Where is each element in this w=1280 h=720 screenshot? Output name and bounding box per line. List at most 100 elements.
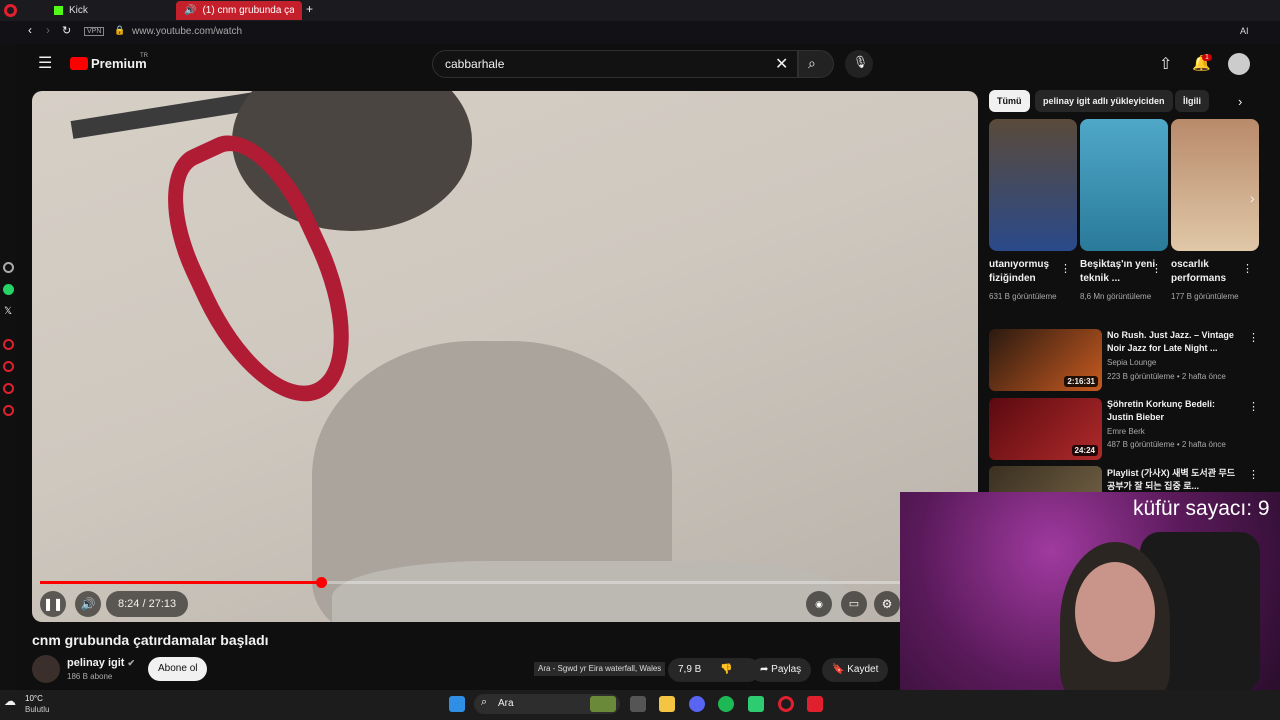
short-title[interactable]: oscarlık performans [1171, 258, 1251, 286]
recommendation-thumbnail[interactable]: 2:16:31 [989, 329, 1102, 391]
vpn-badge[interactable]: VPN [84, 27, 105, 36]
streamer-face [1075, 562, 1155, 662]
logo-text[interactable]: Premium [91, 56, 147, 71]
more-options-icon[interactable]: ⋮ [1248, 468, 1259, 481]
whatsapp-icon[interactable] [3, 284, 14, 295]
new-tab-icon[interactable]: + [306, 2, 313, 16]
voice-search-button[interactable]: 🎙 [845, 50, 873, 78]
youtube-logo-icon[interactable] [70, 57, 88, 70]
back-icon[interactable]: ‹ [28, 23, 32, 37]
channel-name-text: pelinay igit [67, 657, 125, 669]
task-view-icon[interactable] [630, 696, 646, 712]
recommendation-channel[interactable]: Emre Berk [1107, 427, 1145, 436]
file-explorer-icon[interactable] [659, 696, 675, 712]
swear-counter: küfür sayacı: 9 [1133, 497, 1270, 520]
search-input[interactable]: cabbarhale [432, 50, 798, 78]
more-options-icon[interactable]: ⋮ [1151, 262, 1162, 275]
search-value: cabbarhale [445, 57, 505, 71]
webcam-overlay [900, 492, 1280, 690]
time-display: 8:24 / 27:13 [106, 591, 189, 617]
discord-icon[interactable] [689, 696, 705, 712]
short-views: 631 B görüntüleme [989, 292, 1057, 301]
recommendation-channel[interactable]: Sepia Lounge [1107, 358, 1156, 367]
scrubber-handle[interactable] [315, 577, 327, 588]
reload-icon[interactable]: ↻ [62, 24, 71, 37]
search-button[interactable]: ⌕ [798, 50, 834, 78]
captions-icon[interactable]: ▭ [841, 591, 867, 617]
notification-badge: 1 [1202, 54, 1212, 61]
history-icon[interactable] [3, 361, 14, 372]
share-button[interactable]: ➦ Paylaş [750, 658, 812, 682]
weather-condition[interactable]: Bulutlu [25, 705, 49, 714]
chip-all[interactable]: Tümü [989, 90, 1030, 112]
like-dislike-button[interactable]: 7,9 B 👎 [668, 658, 760, 682]
more-options-icon[interactable]: ⋮ [1248, 331, 1259, 344]
windows-start-icon[interactable] [449, 696, 465, 712]
volume-button[interactable]: 🔊 [75, 591, 101, 617]
cloud-icon[interactable]: ☁ [4, 694, 16, 708]
recommendation-thumbnail[interactable] [989, 466, 1102, 492]
recommendation-title[interactable]: Şöhretin Korkunç Bedeli: Justin Bieber [1107, 398, 1242, 424]
x-icon[interactable]: 𝕏 [4, 306, 12, 317]
search-highlight-icon [590, 696, 616, 712]
recommendation-title[interactable]: Playlist (가사X) 새벽 도서관 무드 공부가 잘 되는 집중 로..… [1107, 467, 1242, 493]
opera-icon[interactable] [807, 696, 823, 712]
subscriber-count: 186 B abone [67, 672, 113, 681]
chip-related[interactable]: İlgili [1175, 90, 1209, 112]
short-thumbnail[interactable] [989, 119, 1077, 251]
more-options-icon[interactable]: ⋮ [1242, 262, 1253, 275]
clear-search-icon[interactable]: ✕ [775, 54, 788, 74]
short-thumbnail[interactable] [1080, 119, 1168, 251]
dislike-icon[interactable]: 👎 [720, 664, 732, 675]
channel-avatar[interactable] [32, 655, 60, 683]
ai-label[interactable]: AI [1240, 26, 1249, 36]
recommendation-meta: 223 B görüntüleme • 2 hafta önce [1107, 372, 1226, 381]
settings-gear-icon[interactable]: ⚙ [874, 591, 900, 617]
player-icon[interactable] [3, 339, 14, 350]
save-label: Kaydet [847, 664, 879, 675]
url-text[interactable]: www.youtube.com/watch [132, 26, 242, 37]
progress-bar[interactable] [40, 577, 946, 588]
chip-uploader[interactable]: pelinay igit adlı yükleyiciden [1035, 90, 1173, 112]
opera-gx-icon[interactable] [778, 696, 794, 712]
duration-badge: 2:16:31 [1064, 376, 1098, 387]
tab-youtube[interactable]: 🔊 (1) cnm grubunda çat... [176, 1, 302, 20]
channel-name[interactable]: pelinay igit ✔ [67, 657, 135, 669]
send-icon[interactable] [3, 383, 14, 394]
video-player[interactable]: ❚❚ 🔊 8:24 / 27:13 ◉ ▭ ⚙ [32, 91, 978, 622]
pause-button[interactable]: ❚❚ [40, 591, 66, 617]
recommendation-meta: 487 B görüntüleme • 2 hafta önce [1107, 440, 1226, 449]
tab-kick[interactable]: Kick [46, 1, 96, 20]
logo-region: TR [140, 53, 148, 59]
search-icon: ⌕ [808, 55, 816, 71]
verified-icon: ✔ [127, 658, 136, 668]
lock-icon: 🔒 [114, 25, 126, 35]
subscribe-button[interactable]: Abone ol [148, 657, 208, 681]
duration-badge: 24:24 [1071, 445, 1098, 456]
recommendation-title[interactable]: No Rush. Just Jazz. – Vintage Noir Jazz … [1107, 329, 1242, 355]
settings-icon[interactable] [3, 405, 14, 416]
forward-icon[interactable]: › [46, 23, 50, 37]
shorts-next-icon[interactable]: › [1250, 190, 1255, 206]
tab-label: Kick [69, 5, 88, 16]
menu-icon[interactable]: ☰ [38, 53, 52, 73]
short-thumbnail[interactable] [1171, 119, 1259, 251]
short-title[interactable]: Beşiktaş'ın yeni teknik ... [1080, 258, 1160, 286]
weather-temperature[interactable]: 10°C [25, 694, 43, 703]
opera-logo-icon[interactable] [4, 4, 17, 17]
more-options-icon[interactable]: ⋮ [1060, 262, 1071, 275]
recommendation-thumbnail[interactable]: 24:24 [989, 398, 1102, 460]
save-button[interactable]: 🔖 Kaydet [822, 658, 889, 682]
avatar[interactable] [1228, 53, 1250, 75]
chatgpt-icon[interactable] [3, 262, 14, 273]
sidebar-rail: 𝕏 [0, 44, 17, 690]
upload-icon[interactable]: ⇧ [1159, 54, 1172, 74]
bookmark-icon: 🔖 [832, 664, 848, 675]
chevron-right-icon[interactable]: › [1238, 94, 1242, 109]
short-title[interactable]: utanıyormuş fiziğinden [989, 258, 1069, 286]
app-icon[interactable] [748, 696, 764, 712]
more-options-icon[interactable]: ⋮ [1248, 400, 1259, 413]
autoplay-toggle[interactable]: ◉ [806, 591, 832, 617]
address-bar[interactable]: ‹ › ↻ VPN 🔒 www.youtube.com/watch AI [0, 21, 1280, 44]
spotify-icon[interactable] [718, 696, 734, 712]
